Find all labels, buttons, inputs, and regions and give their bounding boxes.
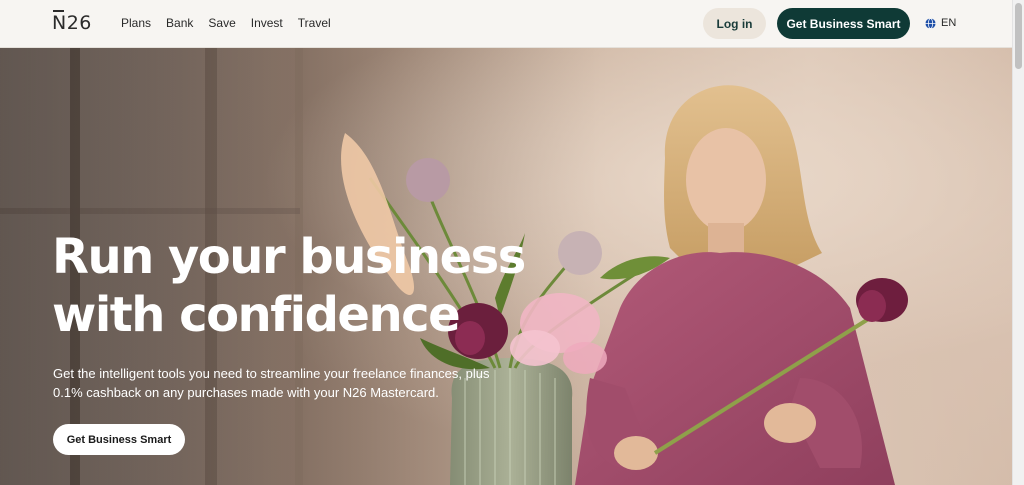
nav-item-travel[interactable]: Travel	[298, 16, 331, 30]
n26-logo[interactable]: N26	[52, 10, 92, 34]
hero-subtitle: Get the intelligent tools you need to st…	[53, 364, 523, 402]
nav-item-bank[interactable]: Bank	[166, 16, 193, 30]
logo-accent-bar	[53, 10, 64, 12]
page-scrollbar[interactable]	[1012, 0, 1024, 485]
main-nav: Plans Bank Save Invest Travel	[121, 16, 346, 30]
language-selector[interactable]: EN	[925, 17, 956, 29]
get-business-smart-header-button[interactable]: Get Business Smart	[777, 8, 910, 39]
hero-subtitle-line-2: 0.1% cashback on any purchases made with…	[53, 385, 439, 400]
nav-item-invest[interactable]: Invest	[251, 16, 283, 30]
hero-subtitle-line-1: Get the intelligent tools you need to st…	[53, 366, 490, 381]
globe-icon	[925, 17, 936, 29]
language-label: EN	[941, 17, 957, 29]
nav-item-save[interactable]: Save	[208, 16, 235, 30]
hero-headline-line-1: Run your business	[52, 229, 526, 285]
hero-headline: Run your business with confidence	[52, 228, 572, 344]
hero-headline-line-2: with confidence	[52, 287, 461, 343]
top-navigation-bar: N26 Plans Bank Save Invest Travel Log in…	[0, 0, 1012, 48]
get-business-smart-hero-button[interactable]: Get Business Smart	[53, 424, 185, 455]
scrollbar-thumb[interactable]	[1015, 3, 1022, 69]
hero-section: Run your business with confidence Get th…	[0, 48, 1012, 485]
nav-item-plans[interactable]: Plans	[121, 16, 151, 30]
logo-text: N26	[52, 12, 92, 34]
login-button[interactable]: Log in	[703, 8, 766, 39]
